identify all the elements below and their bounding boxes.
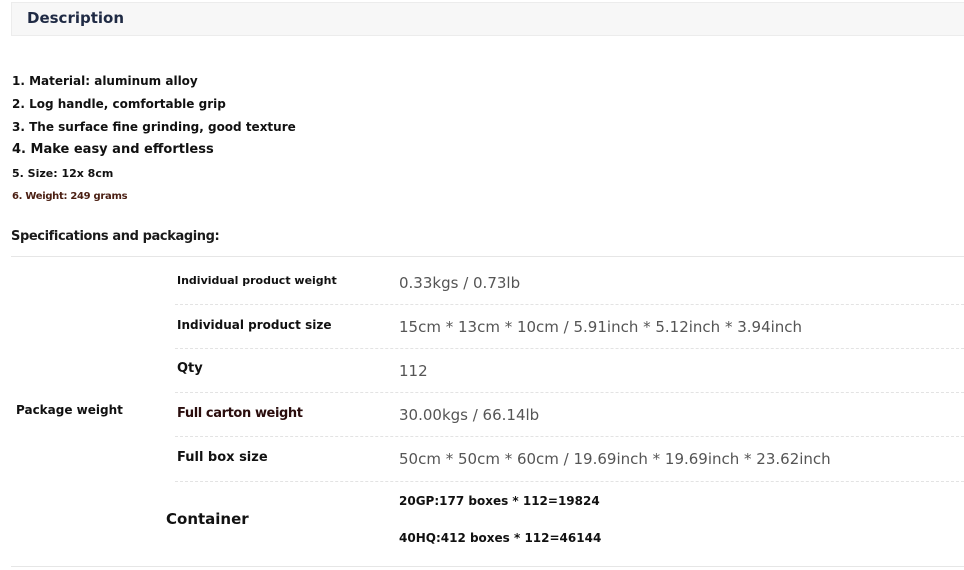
spec-value: 15cm * 13cm * 10cm / 5.91inch * 5.12inch… (399, 318, 803, 336)
spec-label: Full carton weight (177, 406, 303, 421)
spec-value: 50cm * 50cm * 60cm / 19.69inch * 19.69in… (399, 450, 831, 468)
container-value: 40HQ:412 boxes * 112=46144 (399, 531, 602, 545)
spec-value: 112 (399, 362, 428, 380)
spec-value: 30.00kgs / 66.14lb (399, 406, 540, 424)
description-title: Description (27, 9, 125, 27)
package-weight-label: Package weight (16, 403, 123, 417)
table-bottom-border (11, 566, 964, 567)
spec-label: Individual product size (177, 318, 332, 332)
spec-label: Full box size (177, 450, 268, 465)
feature-item: 6. Weight: 249 grams (12, 191, 128, 202)
row-divider (175, 436, 964, 437)
feature-item: 5. Size: 12x 8cm (12, 167, 114, 180)
row-divider (175, 481, 964, 482)
feature-item: 2. Log handle, comfortable grip (12, 97, 226, 111)
description-header: Description (11, 2, 964, 36)
container-value: 20GP:177 boxes * 112=19824 (399, 494, 600, 508)
row-divider (175, 304, 964, 305)
row-divider (175, 392, 964, 393)
container-label: Container (166, 510, 249, 528)
specs-heading: Specifications and packaging: (11, 229, 220, 244)
feature-item: 1. Material: aluminum alloy (12, 74, 198, 88)
spec-label: Individual product weight (177, 274, 337, 287)
spec-label: Qty (177, 361, 203, 376)
row-divider (175, 348, 964, 349)
spec-value: 0.33kgs / 0.73lb (399, 274, 521, 292)
feature-item: 3. The surface fine grinding, good textu… (12, 120, 296, 134)
feature-item: 4. Make easy and effortless (12, 142, 214, 157)
table-top-border (11, 256, 964, 257)
